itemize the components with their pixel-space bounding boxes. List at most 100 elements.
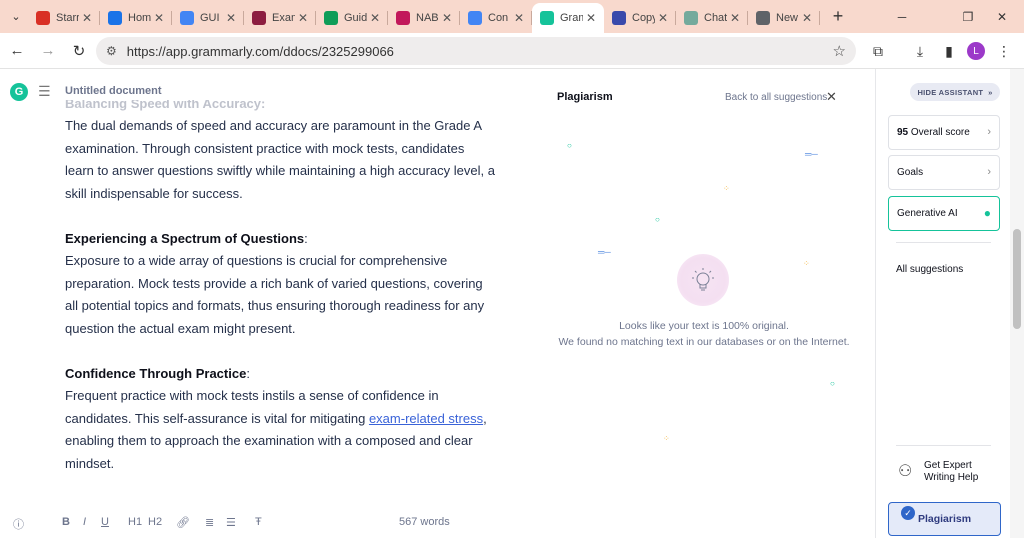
overall-score-card[interactable]: 95 Overall score › [888, 115, 1000, 150]
browser-tab[interactable]: Copy✕ [604, 3, 676, 33]
back-arrow-icon[interactable]: ← [3, 37, 31, 65]
decor-circle-icon: ○ [830, 379, 835, 388]
original-message: Looks like your text is 100% original. [619, 320, 789, 332]
tab-close-icon[interactable]: ✕ [298, 11, 308, 25]
copy-icon [612, 11, 626, 25]
site-info-icon[interactable]: ⚙ [106, 44, 117, 58]
browser-tab[interactable]: New ✕ [748, 3, 820, 33]
tab-close-icon[interactable]: ✕ [442, 11, 452, 25]
tab-title: Exam [272, 12, 295, 24]
tab-close-icon[interactable]: ✕ [154, 11, 164, 25]
address-bar[interactable]: ⚙ https://app.grammarly.com/ddocs/232529… [96, 37, 856, 65]
underline-button[interactable]: U [101, 516, 109, 528]
browser-tab[interactable]: Home✕ [100, 3, 172, 33]
bold-button[interactable]: B [62, 516, 70, 528]
heading-confidence-line: Confidence Through Practice: [65, 363, 495, 386]
bookmark-star-icon[interactable]: ☆ [833, 42, 846, 60]
browser-tab[interactable]: Con ✕ [460, 3, 532, 33]
tab-close-icon[interactable]: ✕ [730, 11, 740, 25]
goals-card[interactable]: Goals › [888, 155, 1000, 190]
tab-title: New [776, 12, 799, 24]
tab-close-icon[interactable]: ✕ [370, 11, 380, 25]
tab-close-icon[interactable]: ✕ [802, 11, 812, 25]
formatting-bar: ⓘ B I U H1 H2 🔗︎ ≣ ☰ Ŧ 567 words [0, 508, 545, 538]
tab-title: Starred [56, 12, 79, 24]
new-tab-button[interactable]: + [824, 3, 852, 31]
help-icon[interactable]: ⓘ [13, 516, 24, 532]
tab-title: GUI [200, 12, 220, 24]
browser-tab[interactable]: GUI ✕ [172, 3, 244, 33]
bulleted-list-icon[interactable]: ☰ [226, 516, 236, 529]
lightbulb-icon [677, 254, 729, 306]
minimize-icon[interactable]: ─ [880, 0, 924, 33]
paragraph-spectrum: Exposure to a wide array of questions is… [65, 253, 485, 336]
browser-toolbar: ← → ↻ ⚙ https://app.grammarly.com/ddocs/… [0, 33, 1024, 69]
heading-spectrum-line: Experiencing a Spectrum of Questions: [65, 228, 495, 251]
decor-circle-icon: ○ [655, 215, 660, 224]
expert-help-link[interactable]: Get Expert Writing Help [924, 460, 989, 484]
tab-close-icon[interactable]: ✕ [226, 11, 236, 25]
docs-icon [180, 11, 194, 25]
tab-close-icon[interactable]: ✕ [514, 11, 524, 25]
italic-button[interactable]: I [83, 516, 86, 528]
profile-avatar-button[interactable]: L [962, 37, 990, 65]
tab-close-icon[interactable]: ✕ [658, 11, 668, 25]
chatgpt-icon [684, 11, 698, 25]
all-suggestions-item[interactable]: All suggestions [896, 264, 963, 275]
decor-sparkle-icon: ⁘ [663, 434, 670, 443]
tab-title: Home [128, 12, 151, 24]
plagiarism-title: Plagiarism [557, 91, 613, 103]
close-window-icon[interactable]: ✕ [980, 0, 1024, 33]
score-label: Overall score [910, 127, 970, 138]
heading-spectrum: Experiencing a Spectrum of Questions [65, 230, 305, 246]
browser-tab[interactable]: Guide✕ [316, 3, 388, 33]
back-to-suggestions-link[interactable]: Back to all suggestions [725, 92, 827, 103]
drive-icon [108, 11, 122, 25]
tab-search-dropdown-icon[interactable]: ⌄ [4, 5, 28, 29]
tab-close-icon[interactable]: ✕ [82, 11, 92, 25]
suggestion-link[interactable]: exam-related stress [369, 411, 483, 426]
generative-ai-label: Generative AI [897, 208, 958, 219]
decor-sparkle-icon: ⁘ [723, 184, 730, 193]
reload-icon[interactable]: ↻ [65, 37, 93, 65]
close-icon[interactable]: ✕ [826, 89, 837, 105]
download-icon[interactable]: ⤓ [906, 37, 934, 65]
word-count[interactable]: 567 words [399, 516, 450, 528]
browser-tab[interactable]: Exam✕ [244, 3, 316, 33]
browser-tab[interactable]: Starred✕ [28, 3, 100, 33]
grammarly-logo-icon[interactable]: G [10, 83, 28, 101]
heading2-button[interactable]: H2 [148, 516, 162, 528]
plagiarism-button-label: Plagiarism [917, 513, 972, 525]
scrollbar-thumb[interactable] [1013, 229, 1021, 329]
decor-circle-icon: ○ [567, 141, 572, 150]
browser-tab[interactable]: Chat ✕ [676, 3, 748, 33]
numbered-list-icon[interactable]: ≣ [205, 516, 214, 529]
browser-tab[interactable]: NABE✕ [388, 3, 460, 33]
expert-person-icon[interactable]: ⚇ [898, 461, 912, 481]
exam-icon [252, 11, 266, 25]
plagiarism-button[interactable]: ✓ Plagiarism [888, 502, 1001, 536]
score-value: 95 [897, 127, 909, 138]
heading1-button[interactable]: H1 [128, 516, 142, 528]
hamburger-menu-icon[interactable]: ☰ [38, 83, 51, 100]
clear-formatting-icon[interactable]: Ŧ [255, 516, 262, 528]
hide-assistant-button[interactable]: HIDE ASSISTANT » [910, 83, 1000, 101]
link-icon[interactable]: 🔗︎ [176, 516, 190, 529]
tab-title: Con [488, 12, 509, 24]
chrome-icon [756, 11, 770, 25]
docs-icon [468, 11, 482, 25]
page-scrollbar[interactable] [1010, 69, 1024, 538]
generative-ai-card[interactable]: Generative AI ● [888, 196, 1000, 231]
heading-colon: : [246, 365, 250, 381]
forward-arrow-icon[interactable]: → [34, 37, 62, 65]
browser-tab[interactable]: Grammarly✕ [532, 3, 604, 33]
tab-title: Copy [632, 12, 655, 24]
document-title[interactable]: Untitled document [65, 85, 162, 97]
extensions-icon[interactable]: ⧉ [864, 37, 892, 65]
tab-bar: ⌄ Starred✕Home✕GUI✕Exam✕Guide✕NABE✕Con✕G… [0, 0, 1024, 33]
document-editor[interactable]: Balancing Speed with Accuracy: The dual … [65, 100, 495, 500]
tab-title: Grammarly [560, 12, 583, 24]
browser-menu-icon[interactable]: ⋮ [990, 37, 1018, 65]
side-panel-icon[interactable]: ▮ [935, 37, 963, 65]
tab-close-icon[interactable]: ✕ [586, 11, 596, 25]
